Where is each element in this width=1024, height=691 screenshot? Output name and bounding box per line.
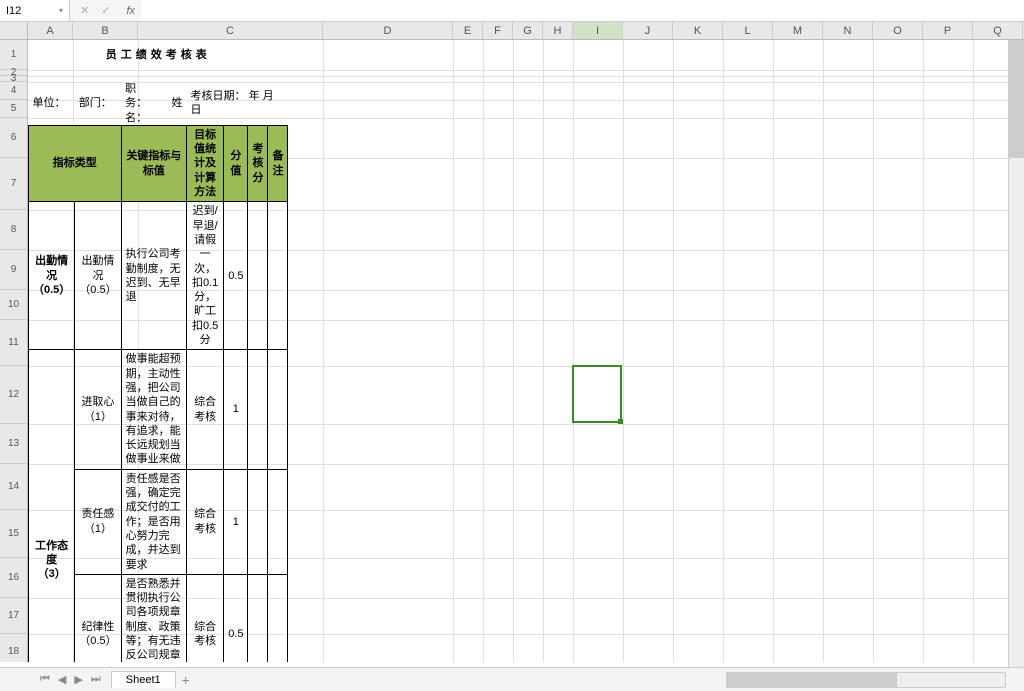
indicator-desc: 是否熟悉并贯彻执行公司各项规章制度、政策等；有无违反公司规章制度的行为发生 [121,574,186,662]
hdr-remark: 备注 [268,125,288,201]
row-head-11[interactable]: 11 [0,320,28,366]
hdr-score: 分值 [224,125,248,201]
col-head-H[interactable]: H [543,22,573,39]
col-head-C[interactable]: C [138,22,323,39]
column-headers: ABCDEFGHIJKLMNOPQ [0,22,1024,40]
formula-bar: I12 ▾ ✕ ✓ fx [0,0,1024,22]
row-head-5[interactable]: 5 [0,100,28,118]
hdr-type: 指标类型 [29,125,122,201]
meta-dept: 部门： [75,82,121,125]
scrollbar-horizontal[interactable] [726,672,1006,688]
row-head-18[interactable]: 18 [0,634,28,662]
assess-cell[interactable] [248,350,268,469]
row-head-15[interactable]: 15 [0,510,28,558]
name-box[interactable]: I12 ▾ [0,0,70,21]
name-box-dropdown-icon[interactable]: ▾ [59,6,63,15]
fx-label[interactable]: fx [120,5,141,17]
tab-prev-icon[interactable]: ◀ [58,673,66,686]
method-cell: 综合考核 [187,350,224,469]
row-head-17[interactable]: 17 [0,598,28,634]
hdr-key: 关键指标与标值 [121,125,186,201]
name-box-value: I12 [6,5,21,17]
add-sheet-button[interactable]: + [182,672,190,688]
formula-bar-icons: ✕ ✓ [70,4,120,17]
score-cell: 0.5 [224,202,248,350]
row-head-6[interactable]: 6 [0,118,28,158]
row-head-9[interactable]: 9 [0,250,28,290]
tab-first-icon[interactable]: ⏮ [40,673,50,686]
meta-unit: 单位： [29,82,75,125]
tab-last-icon[interactable]: ⏭ [91,673,101,686]
col-head-P[interactable]: P [923,22,973,39]
sub-indicator: 出勤情况（0.5） [75,202,121,350]
col-head-I[interactable]: I [573,22,623,39]
col-head-N[interactable]: N [823,22,873,39]
assess-cell[interactable] [248,202,268,350]
col-head-F[interactable]: F [483,22,513,39]
row-head-10[interactable]: 10 [0,290,28,320]
hdr-assess: 考核分 [248,125,268,201]
col-head-K[interactable]: K [673,22,723,39]
page-title: 员工绩效考核表 [29,40,288,70]
score-cell: 1 [224,350,248,469]
row-head-13[interactable]: 13 [0,424,28,464]
col-head-D[interactable]: D [323,22,453,39]
row-head-4[interactable]: 4 [0,82,28,100]
sub-indicator: 责任感（1） [75,469,121,574]
assess-cell[interactable] [248,574,268,662]
col-head-B[interactable]: B [73,22,138,39]
table-row: 出勤情况（0.5）出勤情况（0.5）执行公司考勤制度，无迟到、无早退迟到/早退/… [29,202,288,350]
row-headers: 1234567891011121314151617181920 [0,40,28,662]
score-cell: 1 [224,469,248,574]
sub-indicator: 纪律性（0.5） [75,574,121,662]
row-head-1[interactable]: 1 [0,40,28,70]
row-head-7[interactable]: 7 [0,158,28,210]
category-cell: 工作态度（3） [29,350,75,662]
remark-cell[interactable] [268,574,288,662]
active-cell-marker [572,365,622,423]
col-head-G[interactable]: G [513,22,543,39]
col-head-O[interactable]: O [873,22,923,39]
indicator-desc: 责任感是否强，确定完成交付的工作；是否用心努力完成，并达到要求 [121,469,186,574]
col-head-E[interactable]: E [453,22,483,39]
row-head-8[interactable]: 8 [0,210,28,250]
sub-indicator: 进取心（1） [75,350,121,469]
indicator-desc: 做事能超预期，主动性强，把公司当做自己的事来对待，有追求，能长远规划当做事业来做 [121,350,186,469]
method-cell: 迟到/早退/请假一次，扣0.1分，旷工扣0.5分 [187,202,224,350]
tab-next-icon[interactable]: ▶ [74,673,82,686]
col-head-J[interactable]: J [623,22,673,39]
table-row: 工作态度（3）进取心（1）做事能超预期，主动性强，把公司当做自己的事来对待，有追… [29,350,288,469]
spreadsheet-grid: ABCDEFGHIJKLMNOPQ 1234567891011121314151… [0,22,1024,662]
method-cell: 综合考核 [187,469,224,574]
sheet-tab-bar: ⏮ ◀ ▶ ⏭ Sheet1 + [0,667,1024,691]
col-head-Q[interactable]: Q [973,22,1023,39]
row-head-16[interactable]: 16 [0,558,28,598]
row-head-14[interactable]: 14 [0,464,28,510]
sheet-tab[interactable]: Sheet1 [111,671,176,688]
assessment-table: 员工绩效考核表 单位： 部门： 职务： 姓名： 考核日期： 年 月 日 指标类型… [28,40,288,662]
hdr-method: 目标值统计及计算方法 [187,125,224,201]
remark-cell[interactable] [268,350,288,469]
formula-input[interactable] [141,0,1024,21]
select-all-corner[interactable] [0,22,28,39]
row-head-12[interactable]: 12 [0,366,28,424]
col-head-L[interactable]: L [723,22,773,39]
meta-post: 职务： [125,83,147,109]
cancel-icon: ✕ [80,4,89,17]
tab-nav: ⏮ ◀ ▶ ⏭ [30,673,111,686]
assess-cell[interactable] [248,469,268,574]
remark-cell[interactable] [268,202,288,350]
confirm-icon: ✓ [101,4,110,17]
score-cell: 0.5 [224,574,248,662]
col-head-M[interactable]: M [773,22,823,39]
category-cell: 出勤情况（0.5） [29,202,75,350]
col-head-A[interactable]: A [28,22,73,39]
scrollbar-vertical[interactable] [1008,22,1024,667]
indicator-desc: 执行公司考勤制度，无迟到、无早退 [121,202,186,350]
method-cell: 综合考核 [187,574,224,662]
meta-date: 考核日期： 年 月 日 [187,82,288,125]
remark-cell[interactable] [268,469,288,574]
